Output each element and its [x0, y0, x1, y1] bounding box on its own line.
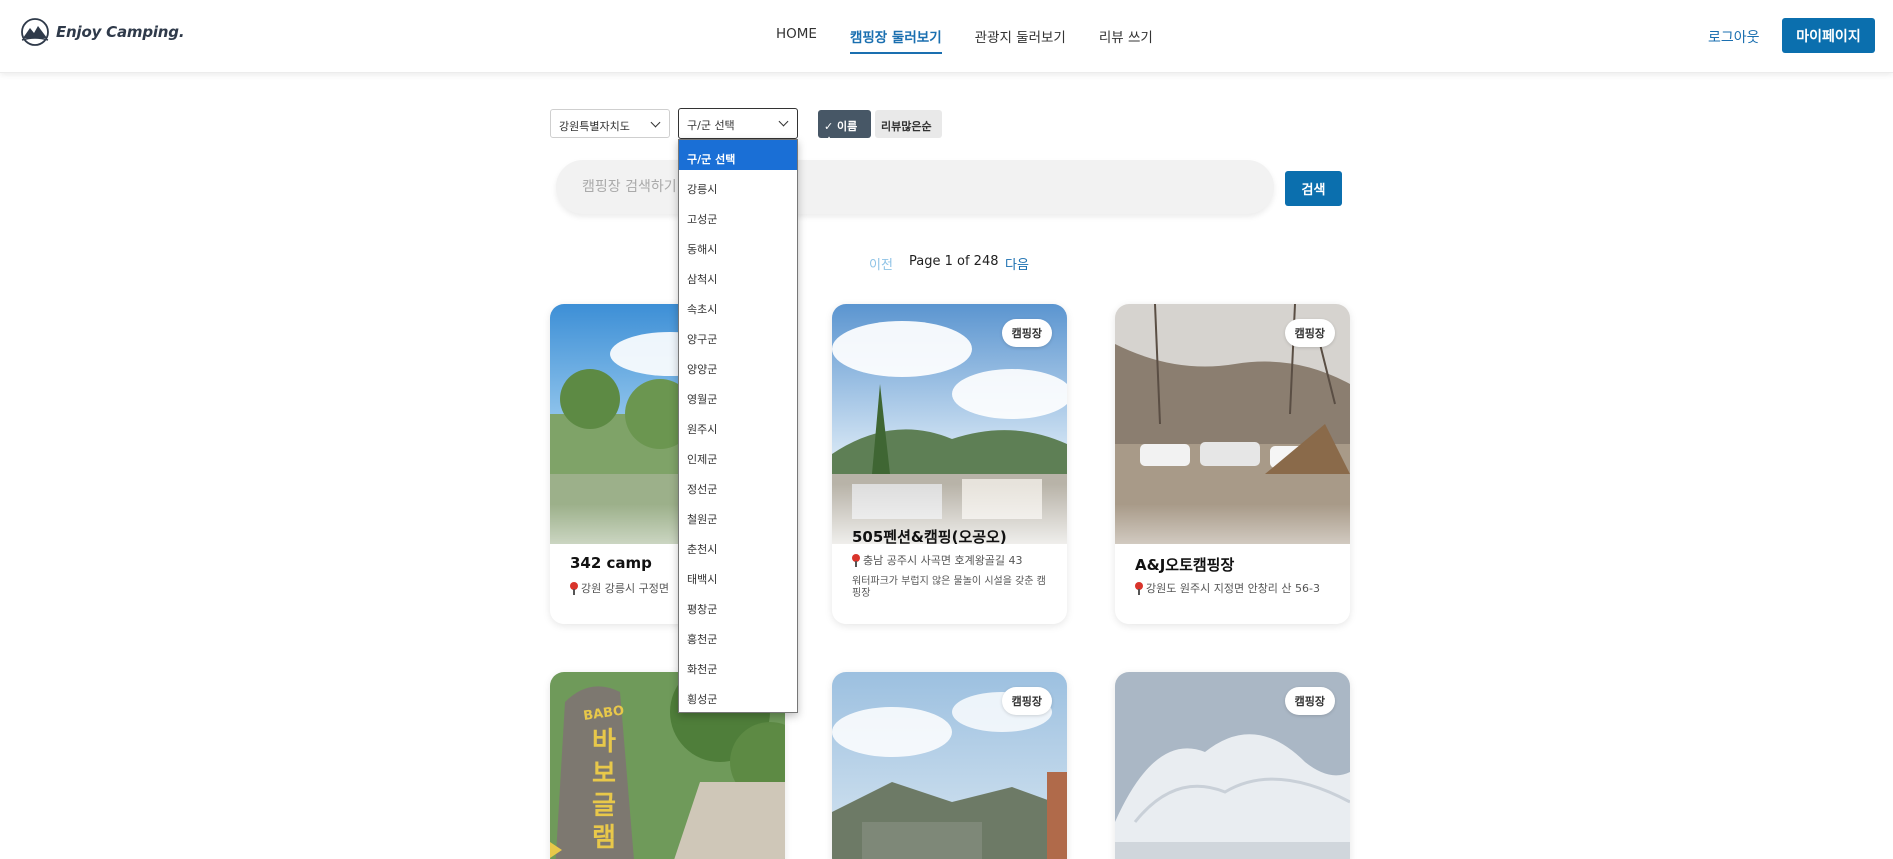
next-page-link[interactable]: 다음	[1005, 254, 1029, 273]
campsite-address-text: 강원 강릉시 구정면	[581, 582, 669, 595]
search-bar	[556, 160, 1274, 214]
province-select-value: 강원특별자치도	[559, 120, 630, 133]
district-option[interactable]: 정선군	[679, 470, 797, 500]
logo-text: Enjoy Camping.	[56, 23, 185, 41]
campsite-name: 342 camp	[570, 554, 652, 572]
district-option[interactable]: 원주시	[679, 410, 797, 440]
category-badge: 캠핑장	[1001, 319, 1052, 347]
province-select[interactable]: 강원특별자치도	[550, 109, 670, 138]
category-badge: 캠핑장	[1284, 687, 1335, 715]
district-option[interactable]: 구/군 선택	[679, 140, 797, 170]
district-option[interactable]: 평창군	[679, 590, 797, 620]
campsite-address: 강원도 원주시 지정면 안창리 산 56-3	[1135, 580, 1320, 596]
district-option[interactable]: 영월군	[679, 380, 797, 410]
search-button[interactable]: 검색	[1285, 171, 1342, 206]
district-option[interactable]: 강릉시	[679, 170, 797, 200]
category-badge: 캠핑장	[1284, 319, 1335, 347]
campsite-name: A&J오토캠핑장	[1135, 556, 1235, 574]
sort-by-name-button[interactable]: ✓ 이름순	[818, 110, 871, 149]
nav-home[interactable]: HOME	[776, 26, 817, 54]
location-pin-icon	[570, 581, 578, 595]
top-header: Enjoy Camping. HOME 캠핑장 둘러보기 관광지 둘러보기 리뷰…	[0, 0, 1893, 73]
logo[interactable]: Enjoy Camping.	[20, 18, 185, 46]
campsite-description: 워터파크가 부럽지 않은 물놀이 시설을 갖춘 캠핑장	[852, 576, 1046, 599]
nav-camping[interactable]: 캠핑장 둘러보기	[849, 26, 942, 54]
district-option[interactable]: 태백시	[679, 560, 797, 590]
prev-page-link[interactable]: 이전	[869, 254, 893, 273]
campsite-address: 강원 강릉시 구정면	[570, 580, 669, 596]
district-select-value: 구/군 선택	[687, 119, 735, 132]
district-option[interactable]: 속초시	[679, 290, 797, 320]
chevron-down-icon	[778, 116, 789, 127]
svg-text:램: 램	[592, 823, 616, 853]
campsite-card[interactable]: 캠핑장	[832, 672, 1067, 859]
chevron-down-icon	[650, 117, 661, 128]
district-dropdown-list: 구/군 선택 강릉시 고성군 동해시 삼척시 속초시 양구군 양양군 영월군 원…	[678, 139, 798, 713]
district-option[interactable]: 화천군	[679, 650, 797, 680]
district-option[interactable]: 양구군	[679, 320, 797, 350]
district-option[interactable]: 인제군	[679, 440, 797, 470]
campsite-address-text: 충남 공주시 사곡면 호계왕골길 43	[863, 554, 1023, 567]
logout-link[interactable]: 로그아웃	[1708, 27, 1760, 47]
location-pin-icon	[852, 553, 860, 567]
svg-text:글: 글	[592, 791, 616, 821]
sort-by-review-button[interactable]: 리뷰많은순	[875, 110, 942, 138]
svg-text:보: 보	[592, 759, 616, 789]
campsite-card[interactable]: 캠핑장 A&J오토캠핑장 강원도 원주시 지정면 안창리 산 56-3	[1115, 304, 1350, 624]
svg-text:바: 바	[592, 727, 616, 757]
district-option[interactable]: 삼척시	[679, 260, 797, 290]
district-option[interactable]: 동해시	[679, 230, 797, 260]
district-option[interactable]: 철원군	[679, 500, 797, 530]
campsite-address-text: 강원도 원주시 지정면 안창리 산 56-3	[1146, 582, 1321, 595]
mypage-button[interactable]: 마이페이지	[1782, 18, 1875, 53]
mountain-logo-icon	[21, 18, 49, 46]
location-pin-icon	[1135, 581, 1143, 595]
district-select[interactable]: 구/군 선택	[678, 108, 798, 139]
main-nav: HOME 캠핑장 둘러보기 관광지 둘러보기 리뷰 쓰기	[776, 26, 1186, 54]
nav-review[interactable]: 리뷰 쓰기	[1099, 26, 1153, 54]
campsite-address: 충남 공주시 사곡면 호계왕골길 43	[852, 552, 1023, 568]
district-option[interactable]: 고성군	[679, 200, 797, 230]
category-badge: 캠핑장	[1001, 687, 1052, 715]
campsite-card[interactable]: 캠핑장 505펜션&캠핑(오공오) 충남 공주시 사곡면 호계왕골길 43 워터…	[832, 304, 1067, 624]
campsite-card[interactable]: 캠핑장	[1115, 672, 1350, 859]
page-info: Page 1 of 248	[909, 254, 999, 269]
district-option[interactable]: 춘천시	[679, 530, 797, 560]
nav-tourism[interactable]: 관광지 둘러보기	[975, 26, 1066, 54]
district-option[interactable]: 양양군	[679, 350, 797, 380]
campsite-name: 505펜션&캠핑(오공오)	[852, 528, 1007, 546]
district-option[interactable]: 홍천군	[679, 620, 797, 650]
district-option[interactable]: 횡성군	[679, 680, 797, 710]
